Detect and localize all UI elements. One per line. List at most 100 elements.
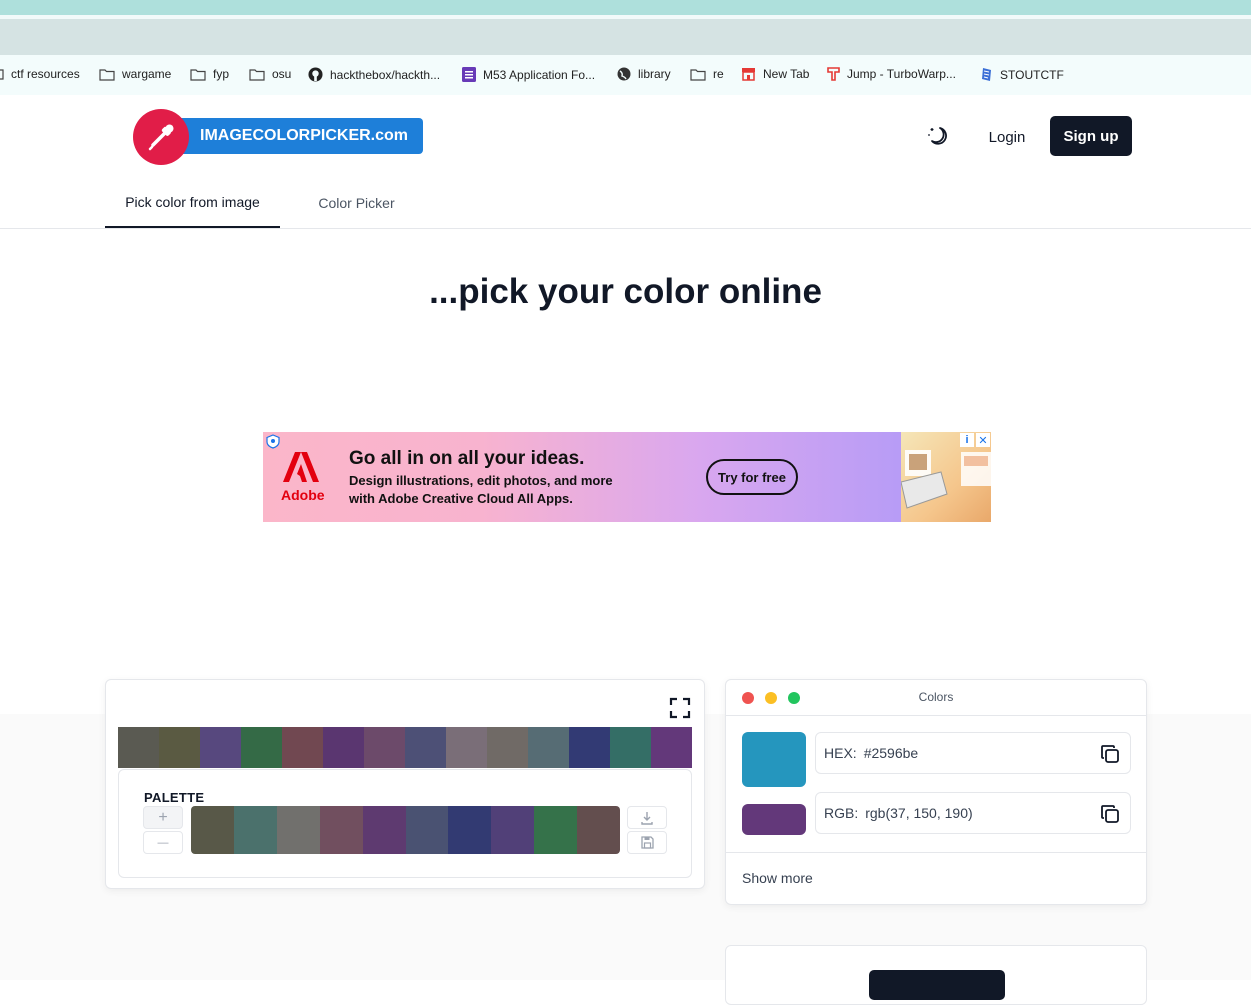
palette-swatch[interactable]	[534, 806, 578, 854]
bookmark-osu[interactable]: osu	[249, 67, 291, 81]
store-icon	[742, 68, 755, 81]
login-button[interactable]: Login	[978, 117, 1036, 157]
bookmark-re[interactable]: re	[690, 67, 724, 81]
secondary-color-swatch[interactable]	[742, 804, 806, 835]
fullscreen-icon[interactable]	[668, 696, 692, 720]
download-icon	[641, 811, 653, 825]
strip-color-cell[interactable]	[118, 727, 159, 768]
ad-info-icon[interactable]: i	[960, 433, 974, 447]
primary-color-swatch[interactable]	[742, 732, 806, 787]
image-palette-card: PALETTE + —	[105, 679, 705, 889]
strip-color-cell[interactable]	[282, 727, 323, 768]
palette-swatch[interactable]	[276, 806, 320, 854]
save-palette-button[interactable]	[627, 831, 667, 854]
bottom-card	[725, 945, 1147, 1005]
palette-title: PALETTE	[144, 790, 205, 805]
bookmark-label: Jump - TurboWarp...	[847, 67, 956, 81]
bookmark-stoutctf[interactable]: STOUTCTF	[981, 67, 1064, 82]
ad-headline: Go all in on all your ideas.	[349, 448, 585, 469]
bookmarks-bar: ctf resources wargame fyp osu hackthebox…	[0, 55, 1251, 95]
folder-icon	[99, 68, 115, 81]
hex-label: HEX:	[824, 745, 857, 761]
hex-field[interactable]: HEX: #2596be	[815, 732, 1131, 774]
image-color-strip[interactable]	[118, 727, 692, 768]
strip-color-cell[interactable]	[528, 727, 569, 768]
hex-value[interactable]: #2596be	[864, 745, 919, 761]
bookmark-label: ctf resources	[11, 67, 80, 81]
bookmark-label: New Tab	[763, 67, 810, 81]
strip-color-cell[interactable]	[323, 727, 364, 768]
palette-swatch[interactable]	[491, 806, 535, 854]
folder-icon	[249, 68, 265, 81]
strip-color-cell[interactable]	[446, 727, 487, 768]
strip-color-cell[interactable]	[569, 727, 610, 768]
globe-icon	[617, 67, 631, 81]
logo-eyedropper-icon[interactable]	[133, 109, 189, 165]
bookmark-label: M53 Application Fo...	[483, 67, 596, 82]
bookmark-fyp[interactable]: fyp	[190, 67, 229, 81]
palette-swatches[interactable]	[191, 806, 620, 854]
forms-icon	[462, 67, 476, 82]
bookmark-m53-application[interactable]: M53 Application Fo...	[462, 67, 595, 82]
ad-banner[interactable]: Adobe Go all in on all your ideas. Desig…	[263, 432, 991, 522]
ad-subline-2: with Adobe Creative Cloud All Apps.	[349, 491, 573, 506]
remove-color-button[interactable]: —	[143, 831, 183, 854]
folder-icon	[0, 69, 4, 80]
add-color-button[interactable]: +	[143, 806, 183, 829]
bookmark-label: library	[638, 67, 671, 81]
ad-close-icon[interactable]: ✕	[976, 433, 990, 447]
palette-swatch[interactable]	[191, 806, 234, 854]
palette-swatch[interactable]	[405, 806, 449, 854]
folder-icon	[190, 68, 206, 81]
moon-stars-icon[interactable]	[926, 124, 950, 148]
palette-swatch[interactable]	[448, 806, 492, 854]
ad-choices-shield-icon[interactable]	[266, 434, 280, 449]
flag-icon	[982, 68, 991, 81]
palette-swatch[interactable]	[233, 806, 277, 854]
minus-icon: —	[157, 836, 169, 849]
rgb-label: RGB:	[824, 805, 859, 821]
bookmark-new-tab[interactable]: New Tab	[741, 67, 809, 81]
palette-panel: PALETTE + —	[118, 769, 692, 878]
bookmark-label: fyp	[213, 67, 230, 81]
palette-swatch[interactable]	[577, 806, 620, 854]
site-header: IMAGECOLORPICKER.com Login Sign up Pick …	[0, 95, 1251, 229]
signup-button[interactable]: Sign up	[1050, 116, 1132, 156]
download-palette-button[interactable]	[627, 806, 667, 829]
copy-rgb-icon[interactable]	[1100, 804, 1120, 824]
palette-swatch[interactable]	[362, 806, 406, 854]
bookmark-label: re	[713, 67, 724, 81]
rgb-field[interactable]: RGB: rgb(37, 150, 190)	[815, 792, 1131, 834]
tab-pick-color-from-image[interactable]: Pick color from image	[105, 178, 280, 228]
strip-color-cell[interactable]	[364, 727, 405, 768]
colors-card: Colors HEX: #2596be RGB: rgb(37, 150, 19…	[725, 679, 1147, 905]
colors-title: Colors	[918, 690, 954, 704]
bookmark-ctf-resources[interactable]: ctf resources	[0, 67, 80, 81]
strip-color-cell[interactable]	[651, 727, 692, 768]
ad-cta-button[interactable]: Try for free	[706, 459, 798, 495]
turbowarp-icon	[827, 67, 840, 81]
bookmark-label: STOUTCTF	[1000, 67, 1064, 82]
bottom-card-button[interactable]	[869, 970, 1005, 1000]
browser-chrome	[0, 0, 1251, 55]
logo-wordmark[interactable]: IMAGECOLORPICKER.com	[170, 118, 423, 154]
adobe-brand-label: Adobe	[281, 487, 325, 503]
page-title: ...pick your color online	[429, 272, 822, 311]
bookmark-turbowarp[interactable]: Jump - TurboWarp...	[827, 67, 956, 81]
copy-hex-icon[interactable]	[1100, 744, 1120, 764]
rgb-value[interactable]: rgb(37, 150, 190)	[865, 805, 972, 821]
strip-color-cell[interactable]	[241, 727, 282, 768]
strip-color-cell[interactable]	[610, 727, 651, 768]
bookmark-hackthebox[interactable]: hackthebox/hackth...	[308, 67, 440, 82]
bookmark-wargame[interactable]: wargame	[99, 67, 171, 81]
show-more-link[interactable]: Show more	[742, 870, 813, 886]
tab-color-picker[interactable]: Color Picker	[300, 178, 413, 228]
bookmark-library[interactable]: library	[617, 67, 671, 81]
strip-color-cell[interactable]	[200, 727, 241, 768]
strip-color-cell[interactable]	[487, 727, 528, 768]
palette-swatch[interactable]	[319, 806, 363, 854]
save-icon	[640, 836, 654, 849]
adobe-a-icon	[283, 452, 319, 482]
strip-color-cell[interactable]	[405, 727, 446, 768]
strip-color-cell[interactable]	[159, 727, 200, 768]
